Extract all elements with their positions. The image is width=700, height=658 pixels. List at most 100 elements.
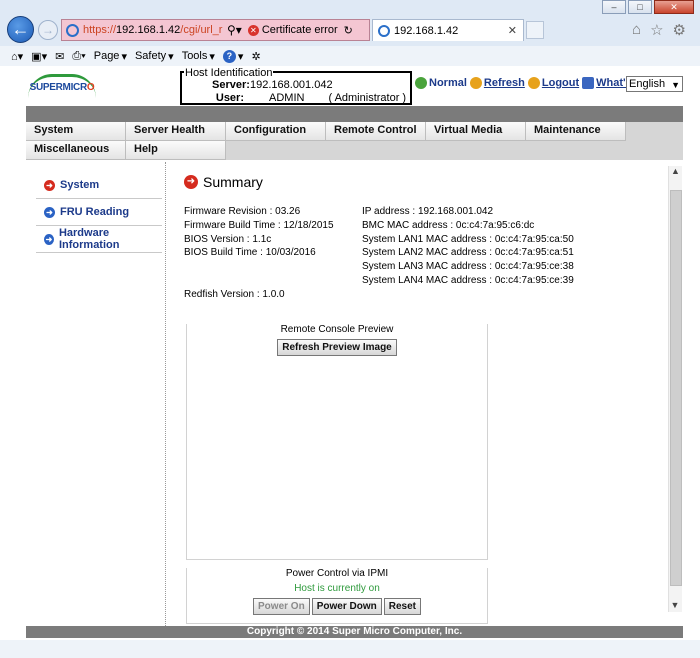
browser-window: – □ ✕ ← → https://192.168.1.42/cgi/url_r… [0, 0, 700, 658]
minimize-button[interactable]: – [602, 0, 626, 14]
home-menu-icon[interactable]: ⌂▾ [11, 50, 23, 63]
scroll-down-icon[interactable]: ▼ [669, 600, 681, 610]
maximize-button[interactable]: □ [628, 0, 652, 14]
browser-tab[interactable]: 192.168.1.42 ✕ [372, 19, 524, 41]
user-value: ADMIN [269, 92, 305, 104]
menu-system[interactable]: System [26, 122, 126, 141]
arrow-right-icon: ➜ [44, 206, 55, 218]
safety-menu-label: Safety [134, 50, 167, 62]
browser-toolbar-icons: ⌂ ☆ ⚙ [632, 21, 686, 39]
page-menu[interactable]: Page ▾ [94, 50, 127, 63]
menu-remote-control[interactable]: Remote Control [326, 122, 426, 141]
command-bar: ⌂▾ ▣▾ ✉ ⎙▾ Page ▾ Safety ▾ Tools ▾ ? ▾ ✲ [0, 46, 700, 66]
research-icon[interactable]: ✲ [251, 50, 260, 63]
forward-button[interactable]: → [38, 20, 58, 40]
certificate-error-badge[interactable]: ✕ Certificate error [247, 24, 338, 36]
summary-panel: ➜ Summary Firmware Revision : 03.26 Firmw… [184, 162, 654, 634]
sidebar-item-label: Hardware Information [58, 227, 120, 251]
menu-maintenance[interactable]: Maintenance [526, 122, 626, 141]
menu-server-health[interactable]: Server Health [126, 122, 226, 141]
favorites-icon[interactable]: ☆ [650, 21, 663, 39]
tools-menu[interactable]: Tools ▾ [182, 50, 215, 63]
main-menu: System Server Health Configuration Remot… [26, 122, 683, 160]
new-tab-button[interactable] [526, 21, 544, 39]
firmware-build-time: Firmware Build Time : 12/18/2015 [184, 219, 334, 231]
refresh-label: Refresh [483, 77, 525, 89]
copyright-footer: Copyright © 2014 Super Micro Computer, I… [26, 626, 683, 638]
ie-tab-icon [378, 24, 390, 37]
help-icon: ? [222, 49, 236, 63]
help-menu[interactable]: ? ▾ [222, 49, 243, 63]
bios-version: BIOS Version : 1.1c [184, 233, 272, 245]
monitor-icon [582, 77, 595, 89]
language-select[interactable]: English ▼ [626, 76, 683, 92]
close-tab-icon[interactable]: ✕ [508, 24, 517, 37]
sidebar-item-hardware-information[interactable]: ➜ Hardware Information [36, 226, 162, 253]
lan4-mac-address: System LAN4 MAC address : 0c:c4:7a:95:ce… [362, 274, 574, 286]
logo-text: SUPERMICR [29, 82, 88, 93]
redfish-version: Redfish Version : 1.0.0 [184, 289, 285, 300]
sidebar: ➜ System ➜ FRU Reading ➜ Hardware Informati… [36, 172, 162, 253]
refresh-preview-button[interactable]: Refresh Preview Image [277, 339, 397, 356]
sidebar-item-label: System [60, 179, 100, 191]
address-bar[interactable]: https://192.168.1.42/cgi/url_redirect.cg… [61, 19, 370, 41]
normal-label: Normal [429, 77, 467, 89]
remote-console-title: Remote Console Preview [187, 324, 487, 335]
ipmi-header: SUPERMICRO Host Identification Server: 1… [0, 66, 700, 106]
sidebar-item-fru-reading[interactable]: ➜ FRU Reading [36, 199, 162, 226]
feeds-icon[interactable]: ▣▾ [31, 50, 47, 63]
lan3-mac-address: System LAN3 MAC address : 0c:c4:7a:95:ce… [362, 261, 574, 273]
reset-button[interactable]: Reset [383, 598, 421, 615]
logout-icon [527, 77, 540, 89]
host-identification-legend: Host Identification [184, 67, 274, 79]
back-button[interactable]: ← [7, 16, 34, 43]
sidebar-item-label: FRU Reading [60, 206, 130, 218]
tab-title: 192.168.1.42 [394, 24, 459, 37]
scroll-up-icon[interactable]: ▲ [669, 166, 682, 176]
settings-gear-icon[interactable]: ⚙ [673, 21, 686, 39]
language-value: English [629, 78, 666, 90]
arrow-right-icon: ➜ [184, 175, 198, 189]
vertical-scrollbar[interactable]: ▲ ▼ [668, 166, 682, 612]
user-row: User: ADMIN ( Administrator ) [212, 92, 406, 104]
host-identification: Host Identification Server: 192.168.001.… [180, 67, 412, 105]
menu-virtual-media[interactable]: Virtual Media [426, 122, 526, 141]
summary-title: Summary [203, 174, 263, 190]
console-preview-image[interactable] [195, 361, 479, 551]
supermicro-logo: SUPERMICRO [28, 74, 96, 98]
close-window-button[interactable]: ✕ [654, 0, 694, 14]
remote-console-preview: Remote Console Preview Refresh Preview I… [186, 324, 488, 560]
window-controls: – □ ✕ [602, 0, 694, 14]
status-bar [0, 640, 700, 658]
page-title: ➜ Summary [184, 174, 263, 190]
navigation-bar: ← → https://192.168.1.42/cgi/url_redirec… [0, 14, 700, 46]
scrollbar-thumb[interactable] [670, 190, 682, 586]
refresh-icon[interactable]: ↻ [344, 24, 353, 37]
check-icon [415, 77, 427, 89]
menu-help[interactable]: Help [126, 141, 226, 160]
refresh-link[interactable]: Refresh [469, 77, 525, 89]
firmware-revision: Firmware Revision : 03.26 [184, 206, 301, 217]
home-icon[interactable]: ⌂ [632, 21, 641, 39]
web-page: SUPERMICRO Host Identification Server: 1… [0, 66, 700, 658]
network-info: IP address : 192.168.001.042 BMC MAC add… [362, 205, 574, 288]
mail-icon[interactable]: ✉ [55, 50, 64, 63]
url-text[interactable]: https://192.168.1.42/cgi/url_redirect.cg… [83, 24, 223, 36]
power-buttons: Power On Power Down Reset [187, 598, 487, 615]
server-row: Server: 192.168.001.042 [212, 79, 333, 91]
error-icon: ✕ [247, 24, 259, 36]
power-on-button[interactable]: Power On [253, 598, 310, 615]
print-icon[interactable]: ⎙▾ [72, 50, 85, 63]
arrow-right-icon: ➜ [44, 233, 54, 245]
safety-menu[interactable]: Safety ▾ [135, 50, 174, 63]
menu-miscellaneous[interactable]: Miscellaneous [26, 141, 126, 160]
power-down-button[interactable]: Power Down [311, 598, 382, 615]
normal-status-link[interactable]: Normal [415, 77, 467, 89]
search-icon[interactable]: ⚲▾ [227, 23, 242, 37]
logout-link[interactable]: Logout [527, 77, 579, 89]
sidebar-item-system[interactable]: ➜ System [36, 172, 162, 199]
server-value: 192.168.001.042 [250, 79, 333, 91]
refresh-button-row: Refresh Preview Image [187, 339, 487, 356]
sidebar-divider [165, 162, 166, 634]
menu-configuration[interactable]: Configuration [226, 122, 326, 141]
